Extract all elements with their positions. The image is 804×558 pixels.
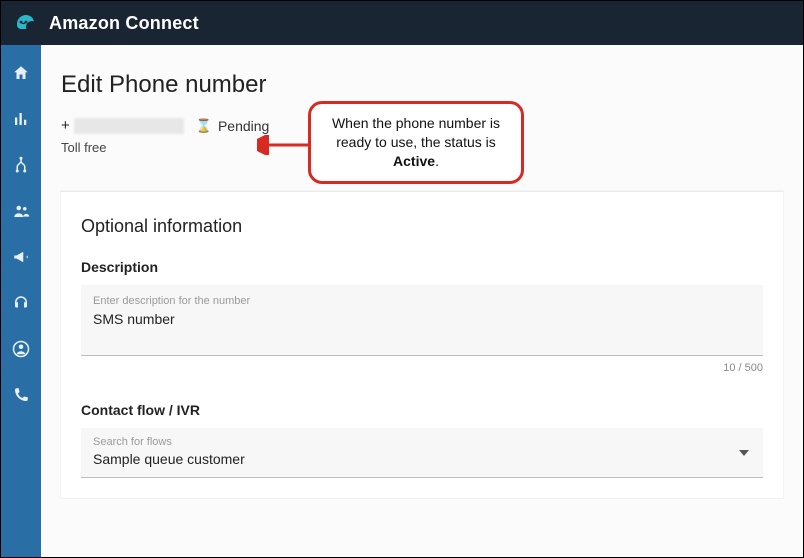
- contact-flow-placeholder: Search for flows: [93, 436, 751, 448]
- amazon-connect-logo-icon: [11, 9, 39, 38]
- phone-number: +: [61, 117, 184, 134]
- chevron-down-icon: [739, 450, 749, 456]
- phone-icon[interactable]: [11, 385, 31, 405]
- annotation-callout: When the phone number is ready to use, t…: [308, 101, 524, 184]
- profile-icon[interactable]: [11, 339, 31, 359]
- description-value: SMS number: [93, 311, 751, 327]
- top-header: Amazon Connect: [1, 1, 803, 45]
- users-icon[interactable]: [11, 201, 31, 221]
- annotation-period: .: [435, 153, 439, 169]
- phone-prefix: +: [61, 117, 70, 134]
- annotation-arrow-icon: [257, 135, 313, 155]
- description-placeholder: Enter description for the number: [93, 295, 751, 307]
- hourglass-icon: ⌛: [196, 118, 212, 134]
- annotation-bold: Active: [393, 153, 435, 169]
- left-sidebar: [1, 45, 41, 557]
- headset-icon[interactable]: [11, 293, 31, 313]
- annotation-line1: When the phone number is: [332, 115, 500, 131]
- status-badge: ⌛ Pending: [196, 118, 270, 134]
- annotation-line2: ready to use, the status is: [336, 134, 496, 150]
- home-icon[interactable]: [11, 63, 31, 83]
- optional-info-heading: Optional information: [81, 216, 763, 237]
- contact-flow-label: Contact flow / IVR: [81, 402, 763, 418]
- optional-info-card: Optional information Description Enter d…: [61, 191, 783, 498]
- description-counter: 10 / 500: [81, 362, 763, 374]
- contact-flow-value: Sample queue customer: [93, 451, 751, 467]
- description-label: Description: [81, 259, 763, 275]
- status-label: Pending: [218, 118, 269, 134]
- routing-icon[interactable]: [11, 155, 31, 175]
- contact-flow-select[interactable]: Search for flows Sample queue customer: [81, 428, 763, 478]
- announcements-icon[interactable]: [11, 247, 31, 267]
- description-input[interactable]: Enter description for the number SMS num…: [81, 285, 763, 356]
- metrics-icon[interactable]: [11, 109, 31, 129]
- phone-number-redacted: [74, 118, 184, 134]
- page-title: Edit Phone number: [61, 71, 783, 99]
- brand-title: Amazon Connect: [49, 13, 199, 34]
